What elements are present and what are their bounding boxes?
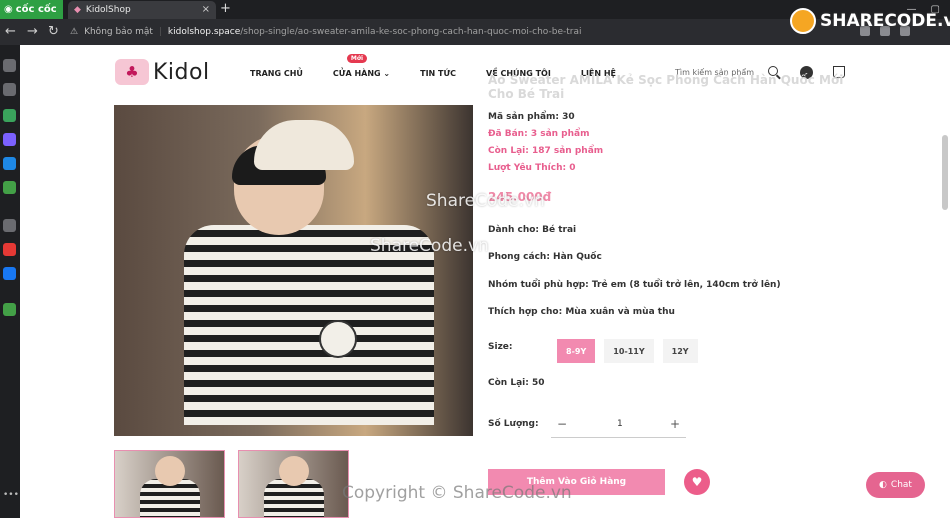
omnibox-divider: | [158,27,162,37]
games-icon[interactable] [3,181,16,194]
coccoc-brand-button[interactable]: ◉ cốc cốc [0,0,63,19]
zalo-icon[interactable] [3,157,16,170]
forward-arrow-icon[interactable]: → [27,24,38,39]
quantity-label: Số Lượng: [488,419,539,429]
coccoc-brand-label: cốc cốc [15,4,57,15]
product-thumbnail[interactable] [238,450,349,518]
security-label: Không bảo mật [84,27,153,37]
size-option[interactable]: 10-11Y [604,339,654,363]
product-main-image[interactable] [114,105,473,436]
url-host: kidolshop.space [167,27,241,37]
product-for: Dành cho: Bé trai [488,225,577,235]
add-sidebar-icon[interactable] [3,219,16,232]
thumb-face-figure [155,456,185,486]
watermark: Copyright © ShareCode.vn [342,483,572,503]
nav-home[interactable]: TRANG CHỦ [250,69,303,78]
reload-icon[interactable]: ↻ [48,24,59,39]
sharecode-logo-icon [790,8,816,34]
quantity-increase-button[interactable]: + [670,417,680,431]
chat-label: Chat [890,480,912,490]
omnibox[interactable]: ⚠ Không bảo mật | kidolshop.space/shop-s… [70,23,770,41]
size-remaining: Còn Lại: 50 [488,378,545,388]
nav-shop[interactable]: Mới CỬA HÀNG ⌄ [332,54,391,78]
heart-icon[interactable]: ♥ [684,469,710,495]
history-icon[interactable] [3,83,16,96]
nav-news[interactable]: TIN TỨC [420,69,456,78]
url-text: kidolshop.space/shop-single/ao-sweater-a… [168,27,582,37]
product-sold: Đã Bán: 3 sản phẩm [488,129,590,139]
sharecode-logo-text: SHARECODE.vn [820,11,950,31]
size-label: Size: [488,342,513,352]
web-page: ♣ Kidol TRANG CHỦ Mới CỬA HÀNG ⌄ TIN TỨC… [20,45,950,518]
product-thumbnail[interactable] [114,450,225,518]
chevron-down-icon: ⌄ [383,69,391,78]
youtube-icon[interactable] [3,243,16,256]
chat-button[interactable]: ◐ Chat [866,472,925,498]
thumb-face-figure [279,456,309,486]
size-option[interactable]: 8-9Y [557,339,596,363]
new-badge: Mới [346,54,368,63]
cap-figure [254,120,354,170]
tab-close-icon[interactable]: × [202,4,210,15]
watermark: ShareCode.vn [426,191,545,211]
size-option[interactable]: 12Y [662,339,698,363]
back-arrow-icon[interactable]: ← [5,24,16,39]
browser-tab[interactable]: ◆ KidolShop × [68,1,216,19]
facebook-icon[interactable] [3,267,16,280]
ai-icon[interactable] [3,109,16,122]
product-likes: Lượt Yêu Thích: 0 [488,163,576,173]
sharecode-logo: SHARECODE.vn [790,8,950,34]
messenger-icon[interactable] [3,133,16,146]
coccoc-icon: ◉ [4,4,13,15]
product-title: Áo Sweater AMILA Kẻ Sọc Phong Cách Hàn Q… [488,73,844,101]
product-remaining: Còn Lại: 187 sản phẩm [488,146,604,156]
settings-gear-icon[interactable] [3,59,16,72]
more-icon[interactable]: ••• [3,490,19,503]
nav-shop-label: CỬA HÀNG [332,69,381,78]
watermark: ShareCode.vn [370,236,489,256]
url-path: /shop-single/ao-sweater-amila-ke-soc-pho… [240,27,582,37]
product-season: Thích hợp cho: Mùa xuân và mùa thu [488,307,675,317]
new-tab-button[interactable]: + [220,1,231,16]
messenger-chat-icon: ◐ [879,480,887,490]
quantity-decrease-button[interactable]: − [557,417,567,431]
product-style: Phong cách: Hàn Quốc [488,252,602,262]
tab-title: KidolShop [85,5,131,15]
site-logo[interactable]: ♣ Kidol [115,59,210,85]
browser-sidebar: ••• [0,45,20,518]
product-code: Mã sản phẩm: 30 [488,112,575,122]
quantity-underline [551,437,686,438]
stroller-logo-icon: ♣ [115,59,149,85]
scrollbar[interactable] [942,135,948,210]
tab-favicon-icon: ◆ [74,5,81,15]
product-age-group: Nhóm tuổi phù hợp: Trẻ em (8 tuổi trở lê… [488,280,781,290]
warning-icon: ⚠ [70,27,79,37]
size-options: 8-9Y 10-11Y 12Y [557,339,698,363]
logo-text: Kidol [153,59,210,85]
quantity-input[interactable]: 1 [617,419,623,429]
smiley-print-figure [319,320,357,358]
extension-sidebar-icon[interactable] [3,303,16,316]
